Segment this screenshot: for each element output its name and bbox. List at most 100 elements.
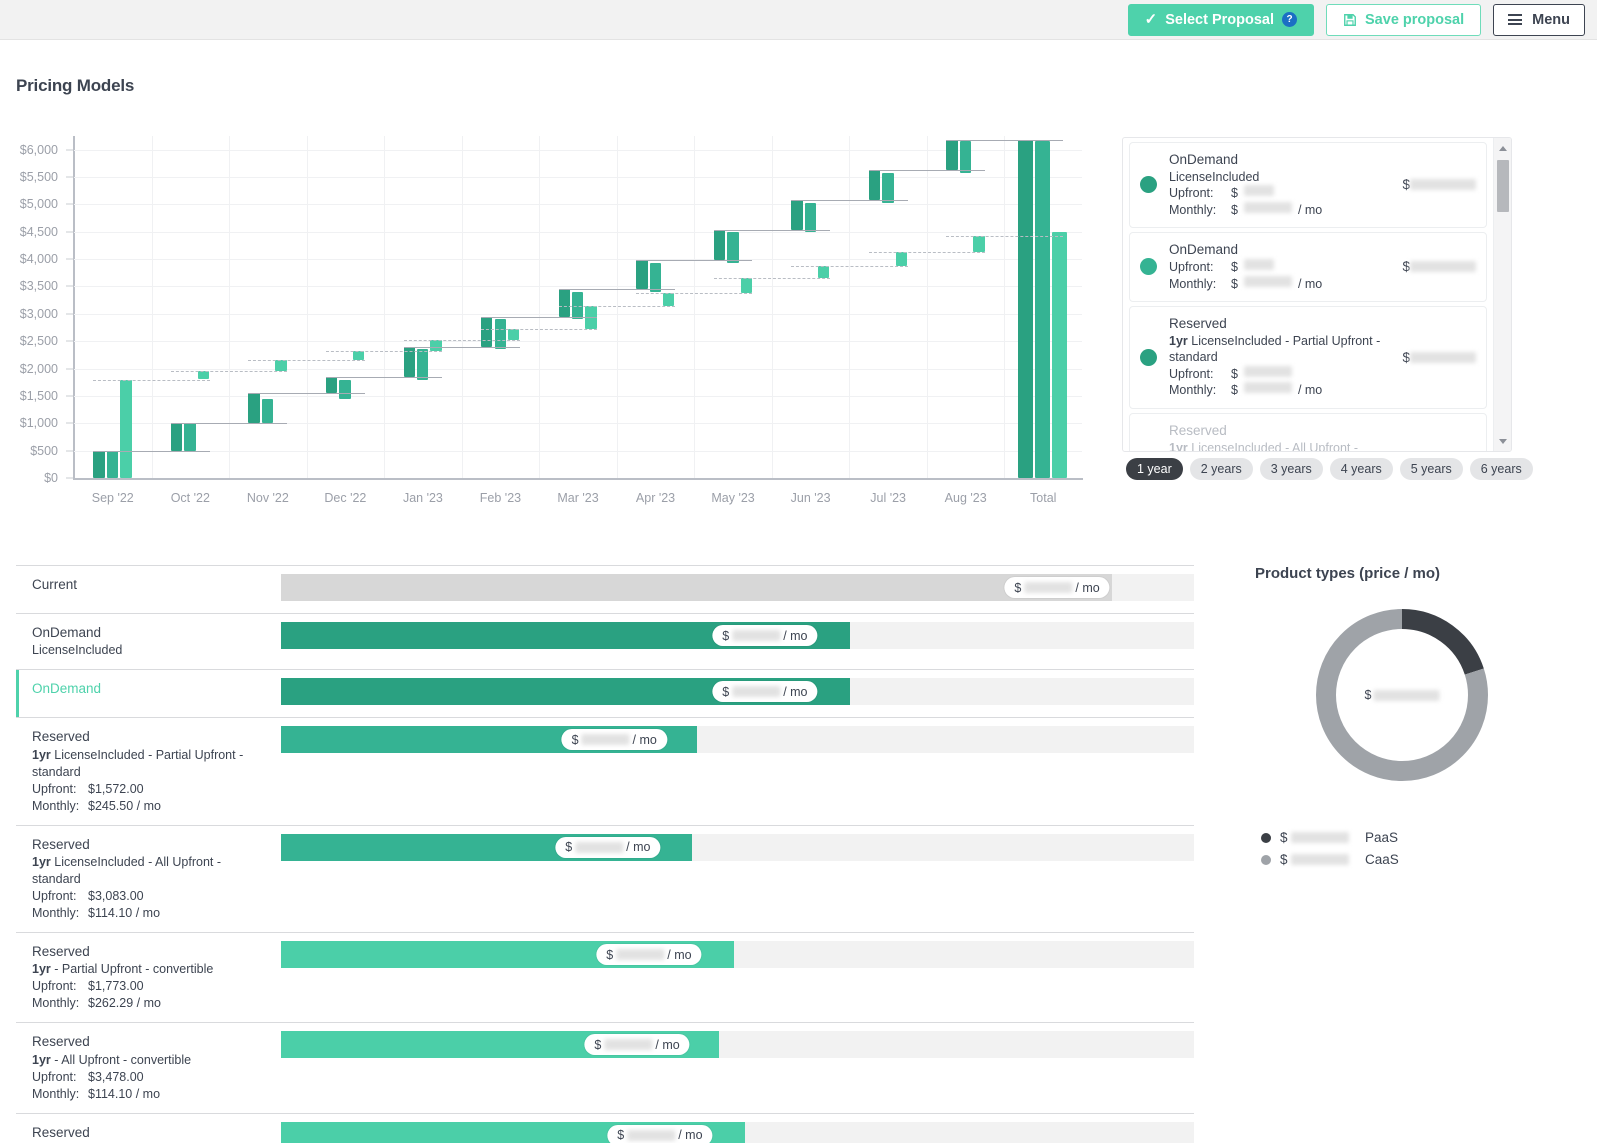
donut-legend-item[interactable]: $ PaaS [1261,830,1585,845]
table-row[interactable]: Reserved1yr - No Upfront - convertible $ /… [16,1112,1194,1143]
waterfall-bar[interactable] [430,339,442,352]
term-pill-2-years[interactable]: 2 years [1189,458,1253,480]
waterfall-bar[interactable] [558,289,571,317]
waterfall-bar[interactable] [585,306,597,330]
legend-monthly-row: Monthly: $ / mo [1169,382,1323,398]
waterfall-bar[interactable] [818,266,830,278]
legend-item[interactable]: OnDemand LicenseIncluded Upfront: $ Monthly:… [1129,142,1487,229]
legend-item-total: $ [1402,177,1476,192]
waterfall-bar[interactable] [959,141,972,173]
chart-gridline [74,231,1082,233]
waterfall-bar[interactable] [804,202,817,233]
scroll-down-icon[interactable] [1494,433,1511,449]
term-pill-6-years[interactable]: 6 years [1469,458,1533,480]
row-bar-area: $ / mo [281,1114,1194,1143]
table-row[interactable]: Reserved 1yr - Partial Upfront - converti… [16,932,1194,1022]
y-axis-tick-label: $5,500 [19,170,58,185]
waterfall-bar[interactable] [261,398,274,424]
waterfall-bar[interactable] [636,260,648,290]
waterfall-bar[interactable] [416,349,429,380]
table-row[interactable]: Reserved 1yr LicenseIncluded - Partial Up… [16,717,1194,824]
menu-button[interactable]: Menu [1493,3,1585,36]
waterfall-bar[interactable] [663,293,675,307]
waterfall-connector [791,200,908,202]
chart-gridline [694,136,696,478]
y-axis-tick-label: $3,000 [19,306,58,321]
chart-gridline [74,177,1082,179]
waterfall-bar[interactable] [882,172,894,203]
table-row[interactable]: OnDemand LicenseIncluded $ / mo [16,613,1194,669]
waterfall-bar[interactable] [649,262,661,292]
legend-monthly-redacted-value [1243,382,1292,394]
term-pill-1-year[interactable]: 1 year [1126,458,1183,480]
waterfall-bar[interactable] [791,200,803,230]
term-pill-3-years[interactable]: 3 years [1259,458,1323,480]
waterfall-bar[interactable] [339,379,351,399]
waterfall-bar[interactable] [275,359,287,372]
x-axis-tick-label: Jan '23 [402,491,443,505]
waterfall-bar[interactable] [93,450,105,478]
term-pill-4-years[interactable]: 4 years [1329,458,1393,480]
y-axis-tick-label: $2,500 [19,334,58,349]
waterfall-bar[interactable] [494,319,506,350]
y-axis-tick-mark [66,313,73,315]
select-proposal-button[interactable]: ✓ Select Proposal ? [1127,3,1315,36]
legend-item[interactable]: OnDemand Upfront: $ Monthly: $ / mo $ [1129,232,1487,303]
waterfall-bar[interactable] [973,236,985,252]
table-row[interactable]: Current $ / mo [16,565,1194,613]
table-row[interactable]: OnDemand $ / mo [16,669,1194,718]
row-bar-fill[interactable] [281,574,1112,601]
term-pill-5-years[interactable]: 5 years [1399,458,1463,480]
waterfall-bar[interactable] [1034,141,1050,478]
x-axis-tick-label: Total [1030,491,1057,505]
row-monthly: Monthly: $114.10 / mo [32,1086,161,1101]
waterfall-bar[interactable] [184,423,196,451]
scrollbar-thumb[interactable] [1497,160,1509,212]
legend-monthly-row: Monthly: $ / mo [1169,201,1323,217]
scroll-up-icon[interactable] [1494,140,1511,156]
row-price-redacted-value [732,630,781,641]
waterfall-bar[interactable] [197,371,210,380]
chart-gridline [229,136,231,478]
waterfall-bar[interactable] [1017,139,1033,478]
y-axis-tick-label: $1,500 [19,388,58,403]
waterfall-bar[interactable] [120,379,132,478]
waterfall-bar[interactable] [481,316,493,347]
waterfall-bar[interactable] [106,450,119,478]
save-proposal-label: Save proposal [1365,11,1465,28]
term-length-selector[interactable]: 1 year 2 years 3 years 4 years 5 years 6 year… [1126,458,1533,480]
waterfall-bar[interactable] [170,423,183,451]
table-row[interactable]: Reserved 1yr - All Upfront - convertible U… [16,1022,1194,1112]
row-bar-track: $ / mo [281,678,1194,706]
waterfall-bar[interactable] [352,351,365,360]
pricing-comparison-table: Current $ / mo OnDemand LicenseIncluded $ / mo… [16,565,1194,1143]
legend-item[interactable]: Reserved 1yr LicenseIncluded - Partial Up… [1129,306,1487,409]
save-proposal-button[interactable]: Save proposal [1326,3,1482,36]
row-label: Reserved1yr - No Upfront - convertible [16,1114,281,1143]
x-axis-tick-label: Aug '23 [944,491,987,505]
waterfall-bar[interactable] [248,393,260,424]
row-label: Reserved 1yr LicenseIncluded - Partial Up… [16,718,281,824]
waterfall-bar[interactable] [727,232,739,263]
legend-scrollbar[interactable] [1493,138,1511,451]
waterfall-connector [946,236,1063,238]
waterfall-bar[interactable] [740,277,752,294]
info-icon[interactable]: ? [1282,12,1298,27]
pricing-models-page: ✓ Select Proposal ? Save proposal Menu P… [0,0,1597,1143]
top-toolbar: ✓ Select Proposal ? Save proposal Menu [0,0,1597,40]
waterfall-bar[interactable] [868,170,881,201]
waterfall-bar[interactable] [713,229,726,261]
waterfall-bar[interactable] [946,139,958,171]
waterfall-bar[interactable] [895,252,908,267]
row-price-redacted-value [616,949,665,961]
row-label: Reserved 1yr LicenseIncluded - All Upfron… [16,826,281,932]
waterfall-bar[interactable] [326,376,338,394]
waterfall-bar[interactable] [1051,231,1067,478]
waterfall-bar[interactable] [507,329,520,340]
row-price-prefix: $ [722,684,730,699]
check-icon: ✓ [1144,11,1158,28]
table-row[interactable]: Reserved 1yr LicenseIncluded - All Upfron… [16,824,1194,932]
legend-item[interactable]: Reserved 1yr LicenseIncluded - All Upfron… [1129,412,1487,451]
donut-legend-item[interactable]: $ CaaS [1261,852,1585,867]
legend-total-redacted-value [1410,179,1476,191]
